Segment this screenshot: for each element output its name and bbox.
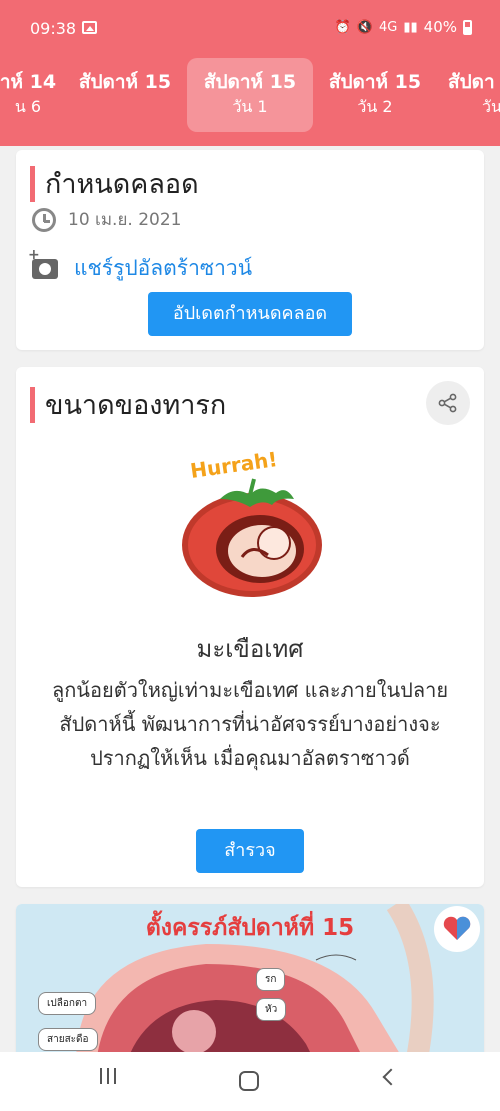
label-placenta: รก	[256, 968, 286, 991]
explore-button[interactable]: สำรวจ	[196, 829, 304, 873]
home-button[interactable]	[239, 1071, 259, 1091]
due-date-card: กำหนดคลอด 10 เม.ย. 2021 แชร์รูปอัลตร้าซา…	[16, 150, 484, 350]
recent-apps-button[interactable]	[100, 1068, 116, 1084]
tab-week-label: สัปดาห์ 15	[328, 71, 422, 93]
fruit-name: มะเขือเทศ	[196, 635, 304, 663]
baby-size-description: ลูกน้อยตัวใหญ่เท่ามะเขือเทศ และภายในปลาย…	[51, 678, 449, 770]
due-date-row: 10 เม.ย. 2021	[32, 206, 182, 233]
battery-icon	[463, 19, 472, 35]
favorite-button[interactable]	[434, 906, 480, 952]
tab-week-label: สัปดา	[448, 71, 495, 93]
status-time: 09:38	[30, 19, 77, 38]
tab-week-label: าห์ 14	[0, 71, 57, 93]
mute-icon: 🔇	[356, 19, 373, 35]
share-ultrasound-row[interactable]: แชร์รูปอัลตร้าซาวน์	[28, 247, 252, 285]
pregnancy-week-card[interactable]: ตั้งครรภ์สัปดาห์ที่ 15 รก หัว เปลือกตา ส…	[16, 904, 484, 1064]
tab-week-label: สัปดาห์ 15	[203, 71, 297, 93]
battery-percent: 40%	[423, 18, 457, 36]
share-button[interactable]	[426, 381, 470, 425]
alarm-icon: ⏰	[334, 19, 351, 35]
due-date-value: 10 เม.ย. 2021	[68, 210, 182, 230]
signal-icon: ▮▮	[403, 19, 418, 35]
due-date-title: กำหนดคลอด	[45, 169, 199, 200]
tomato-illustration: Hurrah!	[180, 447, 326, 603]
tab-day-label: วัน 1	[232, 97, 268, 116]
pregnancy-week-title: ตั้งครรภ์สัปดาห์ที่ 15	[145, 915, 355, 941]
app-header: 09:38 ⏰ 🔇 4G ▮▮ 40% าห์ 14 น 6 สัปดาห์ 1…	[0, 0, 500, 146]
update-due-date-button[interactable]: อัปเดตกำหนดคลอด	[148, 292, 352, 336]
label-eyelid: เปลือกตา	[38, 992, 97, 1015]
status-bar: 09:38 ⏰ 🔇 4G ▮▮ 40%	[0, 0, 500, 58]
tab-day-label: น 6	[14, 97, 42, 116]
share-ultrasound-link[interactable]: แชร์รูปอัลตร้าซาวน์	[74, 252, 252, 285]
tab-day-label: วัน 2	[357, 97, 393, 116]
back-button[interactable]	[382, 1068, 400, 1086]
tab-week-15-day-1[interactable]: สัปดาห์ 15 วัน 1	[187, 58, 313, 132]
baby-size-card: ขนาดของทารก Hurrah! มะเขือเทศ ลูกน้อยตัว…	[16, 367, 484, 887]
gallery-notification-icon	[82, 21, 97, 34]
tomato-baby-image	[182, 478, 322, 597]
due-date-header: กำหนดคลอด	[30, 162, 199, 205]
baby-size-title: ขนาดของทารก	[45, 390, 227, 421]
tab-day-label: วัน	[482, 97, 500, 116]
title-accent-bar	[30, 165, 35, 202]
status-indicators: ⏰ 🔇 4G ▮▮ 40%	[335, 18, 472, 36]
tab-week-14-day-6[interactable]: าห์ 14 น 6	[0, 58, 70, 132]
label-head: หัว	[256, 998, 287, 1021]
share-icon	[438, 393, 457, 413]
clock-icon	[32, 207, 56, 232]
label-umbilical-cord: สายสะดือ	[38, 1028, 98, 1051]
tab-week-15-day-3[interactable]: สัปดา วัน	[442, 58, 500, 132]
add-photo-icon	[28, 247, 58, 279]
tab-week-15[interactable]: สัปดาห์ 15	[64, 58, 186, 132]
network-label: 4G	[378, 19, 398, 35]
title-accent-bar	[30, 386, 35, 423]
tab-week-label: สัปดาห์ 15	[78, 71, 172, 93]
tab-week-15-day-2[interactable]: สัปดาห์ 15 วัน 2	[316, 58, 434, 132]
week-tabs: าห์ 14 น 6 สัปดาห์ 15 สัปดาห์ 15 วัน 1 ส…	[0, 58, 500, 136]
baby-size-header: ขนาดของทารก	[30, 383, 226, 426]
heart-icon	[443, 916, 471, 940]
system-nav-bar	[0, 1052, 500, 1111]
pregnancy-week-banner: ตั้งครรภ์สัปดาห์ที่ 15 รก หัว เปลือกตา ส…	[16, 904, 484, 1064]
